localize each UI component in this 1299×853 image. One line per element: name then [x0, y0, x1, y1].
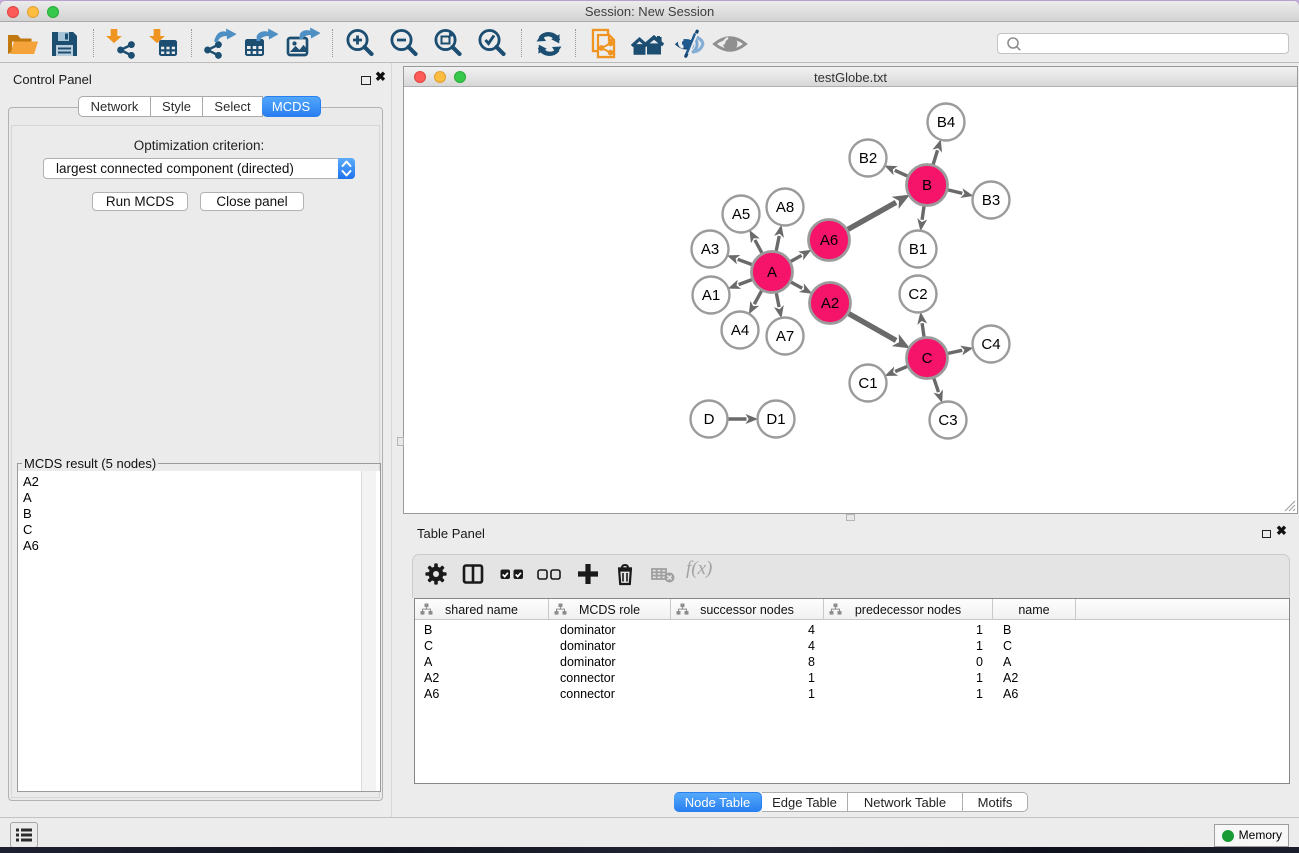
svg-text:C: C [922, 350, 933, 367]
svg-text:A3: A3 [701, 241, 719, 258]
svg-text:C2: C2 [908, 286, 927, 303]
svg-text:C4: C4 [981, 336, 1000, 353]
svg-text:C1: C1 [858, 375, 877, 392]
svg-text:A5: A5 [732, 206, 750, 223]
svg-text:B: B [922, 177, 932, 194]
svg-text:A7: A7 [776, 328, 794, 345]
svg-text:B1: B1 [909, 241, 927, 258]
svg-text:A6: A6 [820, 232, 838, 249]
svg-text:D: D [704, 411, 715, 428]
svg-text:B4: B4 [937, 114, 955, 131]
svg-text:D1: D1 [766, 411, 785, 428]
svg-text:A1: A1 [702, 287, 720, 304]
svg-text:A2: A2 [821, 295, 839, 312]
svg-text:A4: A4 [731, 322, 749, 339]
svg-text:A: A [767, 264, 777, 281]
svg-text:B2: B2 [859, 150, 877, 167]
svg-text:C3: C3 [938, 412, 957, 429]
svg-text:B3: B3 [982, 192, 1000, 209]
svg-text:A8: A8 [776, 199, 794, 216]
